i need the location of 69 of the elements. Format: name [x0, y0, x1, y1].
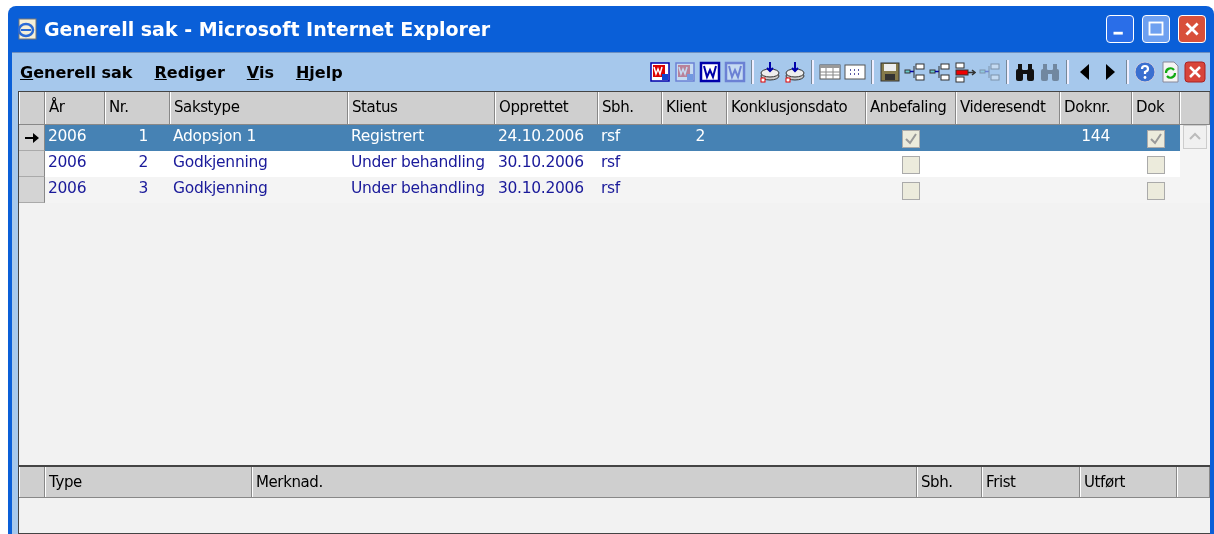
help-icon[interactable]	[1134, 61, 1156, 83]
table-icon[interactable]	[819, 61, 841, 83]
column-header[interactable]: Konklusjonsdato	[727, 92, 866, 124]
maximize-button[interactable]	[1142, 15, 1170, 43]
menu-item[interactable]: Generell sak	[20, 62, 133, 82]
column-header[interactable]: Sbh.	[917, 467, 982, 497]
close-icon[interactable]	[1184, 61, 1206, 83]
table-cell: rsf	[601, 179, 620, 197]
menu-item[interactable]: Rediger	[154, 62, 225, 82]
row-header[interactable]	[19, 125, 45, 151]
table-cell: 1	[138, 127, 148, 145]
table-cell: 144	[1081, 127, 1110, 145]
column-header[interactable]: Videresendt	[956, 92, 1060, 124]
table-cell: 2006	[48, 127, 87, 145]
document-icon[interactable]	[699, 61, 721, 83]
browser-icon	[16, 18, 38, 40]
table-row[interactable]: 2006 1 Adopsjon 1 Registrert 24.10.2006 rsf 2 144	[19, 125, 1210, 151]
column-header[interactable]: Merknad.	[252, 467, 917, 497]
table-cell: 2	[138, 153, 148, 171]
checkbox[interactable]	[902, 130, 920, 148]
table-cell: 2	[695, 127, 705, 145]
column-header[interactable]: Frist	[982, 467, 1080, 497]
column-header[interactable]: Status	[348, 92, 495, 124]
dot-grid-icon[interactable]	[844, 61, 866, 83]
table-cell: 30.10.2006	[498, 179, 584, 197]
table-cell: Registrert	[351, 127, 424, 145]
binoculars-icon[interactable]	[1014, 61, 1036, 83]
flowchart-icon[interactable]	[954, 61, 976, 83]
checkbox[interactable]	[1147, 182, 1165, 200]
flowchart-icon[interactable]	[904, 61, 926, 83]
column-header[interactable]: Type	[45, 467, 252, 497]
menu-item[interactable]: Hjelp	[295, 62, 343, 82]
column-header[interactable]: Anbefaling	[866, 92, 956, 124]
checkbox[interactable]	[1147, 156, 1165, 174]
table-cell: Adopsjon 1	[173, 127, 256, 145]
checkbox[interactable]	[902, 182, 920, 200]
window-title: Generell sak - Microsoft Internet Explorer	[44, 18, 492, 40]
table-cell: 30.10.2006	[498, 153, 584, 171]
table-cell: Under behandling	[351, 153, 485, 171]
table-row[interactable]: 2006 2 Godkjenning Under behandling 30.10.2006 rsf	[19, 151, 1210, 177]
table-cell: Godkjenning	[173, 179, 268, 197]
refresh-icon[interactable]	[1159, 61, 1181, 83]
close-button[interactable]	[1178, 15, 1206, 43]
checkbox[interactable]	[902, 156, 920, 174]
minimize-button[interactable]	[1106, 15, 1134, 43]
column-header[interactable]: Sbh.	[598, 92, 662, 124]
column-header[interactable]: Nr.	[105, 92, 170, 124]
checkbox[interactable]	[1147, 130, 1165, 148]
column-header[interactable]: Opprettet	[495, 92, 598, 124]
table-cell: 2006	[48, 153, 87, 171]
table-cell: 2006	[48, 179, 87, 197]
column-header[interactable]: År	[45, 92, 105, 124]
document-icon[interactable]	[649, 61, 671, 83]
column-header[interactable]: Doknr.	[1060, 92, 1132, 124]
table-cell: 24.10.2006	[498, 127, 584, 145]
flowchart-icon[interactable]	[929, 61, 951, 83]
table-cell: rsf	[601, 153, 620, 171]
current-row-arrow-icon	[24, 131, 39, 144]
table-cell: Godkjenning	[173, 153, 268, 171]
column-header[interactable]: Dok	[1132, 92, 1180, 124]
disk-stack-icon[interactable]	[784, 61, 806, 83]
column-header[interactable]: Utført	[1080, 467, 1177, 497]
table-cell: Under behandling	[351, 179, 485, 197]
menu-item[interactable]: Vis	[246, 62, 274, 82]
column-header[interactable]: Sakstype	[170, 92, 348, 124]
column-header[interactable]: Klient	[662, 92, 727, 124]
table-cell: 3	[138, 179, 148, 197]
disk-stack-icon[interactable]	[759, 61, 781, 83]
table-cell: rsf	[601, 127, 620, 145]
